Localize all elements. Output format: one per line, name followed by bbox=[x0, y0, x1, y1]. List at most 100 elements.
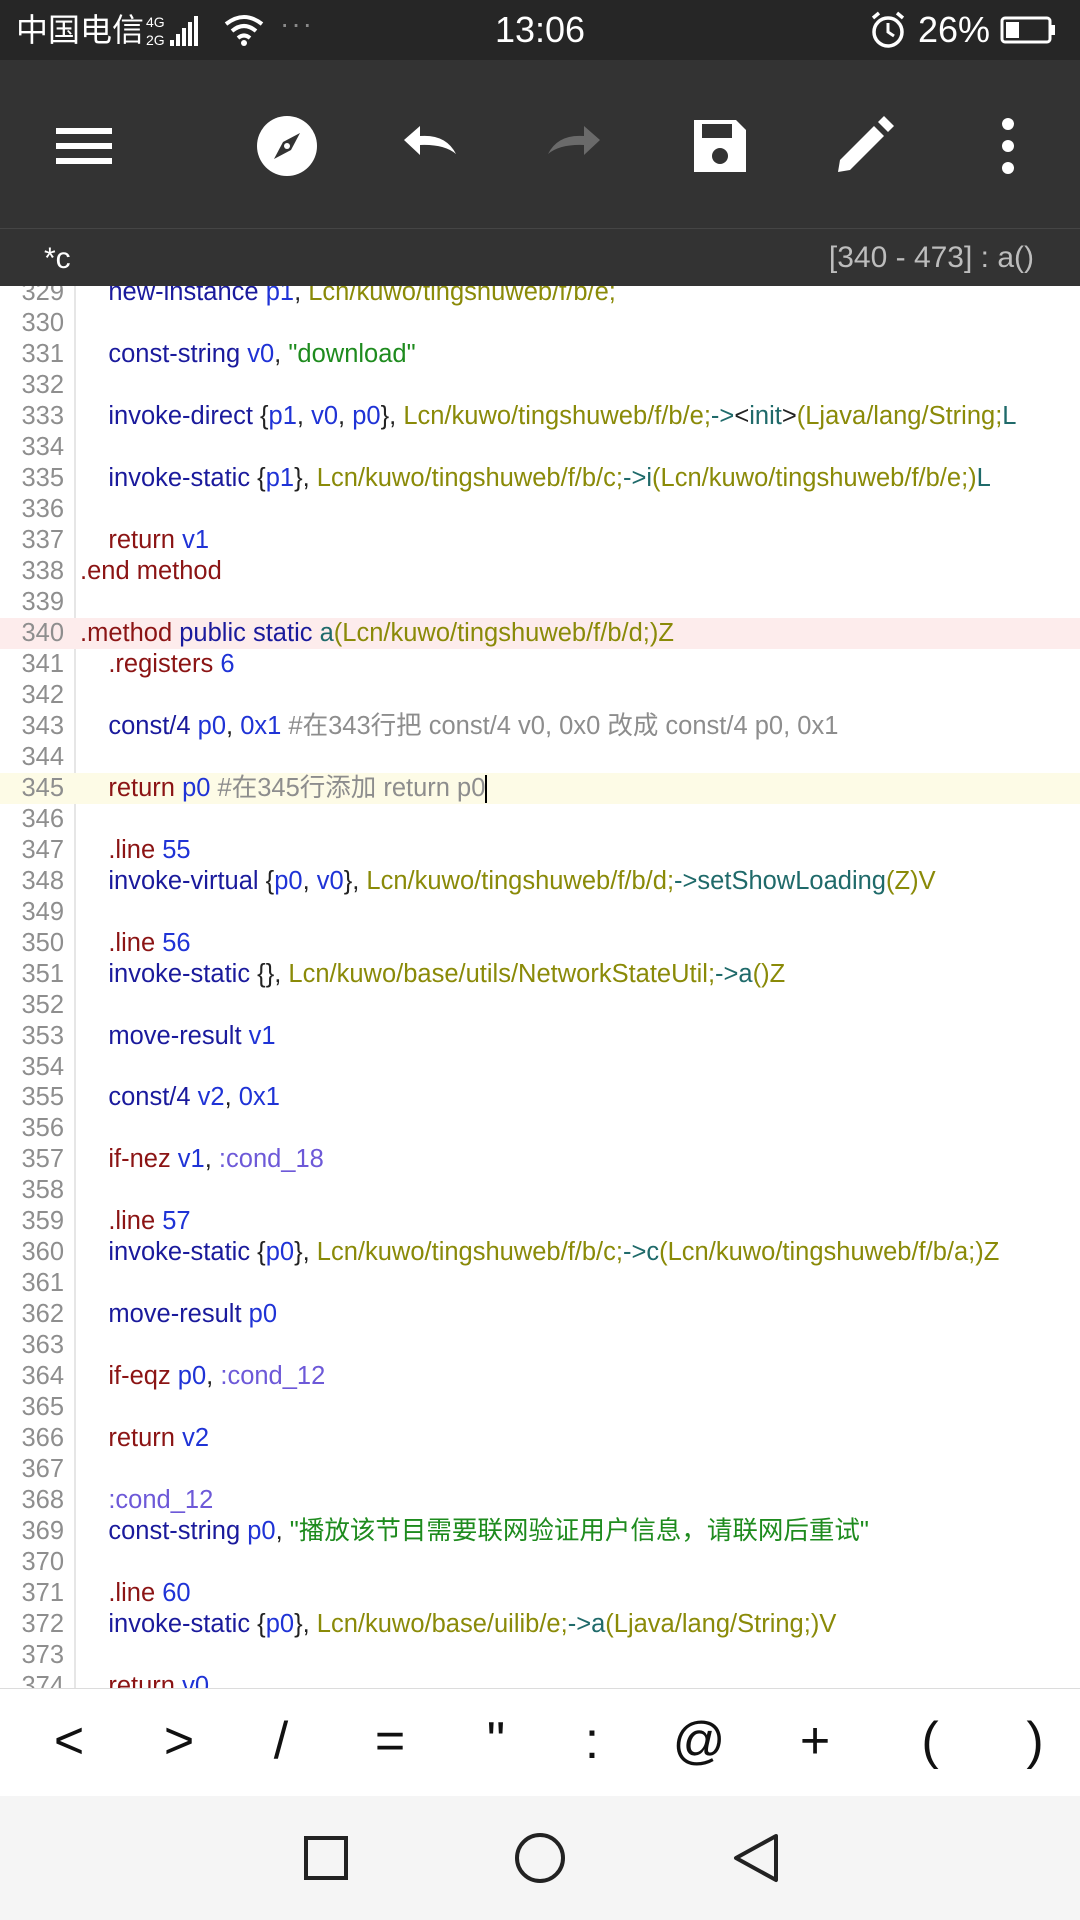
code-line[interactable]: 342 bbox=[0, 680, 1080, 711]
code-line[interactable]: 362 move-result p0 bbox=[0, 1299, 1080, 1330]
code-line[interactable]: 341 .registers 6 bbox=[0, 649, 1080, 680]
symbol-key[interactable]: > bbox=[144, 1707, 214, 1775]
code-line[interactable]: 358 bbox=[0, 1175, 1080, 1206]
redo-icon[interactable] bbox=[542, 114, 606, 178]
back-icon[interactable] bbox=[726, 1828, 786, 1888]
line-code[interactable]: invoke-static {}, Lcn/kuwo/base/utils/Ne… bbox=[80, 959, 785, 990]
symbol-key[interactable]: @ bbox=[664, 1707, 734, 1775]
code-line[interactable]: 365 bbox=[0, 1392, 1080, 1423]
more-icon[interactable] bbox=[976, 114, 1040, 178]
code-line[interactable]: 333 invoke-direct {p1, v0, p0}, Lcn/kuwo… bbox=[0, 401, 1080, 432]
recents-icon[interactable] bbox=[296, 1828, 356, 1888]
line-code[interactable]: .line 56 bbox=[80, 928, 190, 959]
code-line[interactable]: 336 bbox=[0, 494, 1080, 525]
code-line[interactable]: 359 .line 57 bbox=[0, 1206, 1080, 1237]
save-icon[interactable] bbox=[688, 114, 752, 178]
line-code[interactable]: return v1 bbox=[80, 525, 209, 556]
symbol-key[interactable]: + bbox=[780, 1707, 850, 1775]
code-line[interactable]: 349 bbox=[0, 897, 1080, 928]
line-code[interactable]: const-string p0, "播放该节目需要联网验证用户信息，请联网后重试… bbox=[80, 1516, 869, 1547]
code-editor[interactable]: 329 new-instance p1, Lcn/kuwo/tingshuweb… bbox=[0, 286, 1080, 1688]
code-line[interactable]: 363 bbox=[0, 1330, 1080, 1361]
code-line[interactable]: 346 bbox=[0, 804, 1080, 835]
line-code[interactable]: invoke-static {p0}, Lcn/kuwo/base/uilib/… bbox=[80, 1609, 836, 1640]
line-number: 340 bbox=[21, 618, 64, 647]
code-line[interactable]: 329 new-instance p1, Lcn/kuwo/tingshuweb… bbox=[0, 286, 1080, 308]
code-line[interactable]: 332 bbox=[0, 370, 1080, 401]
line-code[interactable]: const/4 v2, 0x1 bbox=[80, 1082, 280, 1113]
code-line[interactable]: 373 bbox=[0, 1640, 1080, 1671]
line-code[interactable]: move-result p0 bbox=[80, 1299, 277, 1330]
code-line[interactable]: 367 bbox=[0, 1454, 1080, 1485]
code-line[interactable]: 368 :cond_12 bbox=[0, 1485, 1080, 1516]
line-code[interactable]: .line 57 bbox=[80, 1206, 190, 1237]
line-code[interactable]: .registers 6 bbox=[80, 649, 234, 680]
code-line[interactable]: 339 bbox=[0, 587, 1080, 618]
code-line[interactable]: 352 bbox=[0, 990, 1080, 1021]
undo-icon[interactable] bbox=[398, 114, 462, 178]
code-line[interactable]: 354 bbox=[0, 1052, 1080, 1083]
code-line[interactable]: 350 .line 56 bbox=[0, 928, 1080, 959]
line-code[interactable]: invoke-direct {p1, v0, p0}, Lcn/kuwo/tin… bbox=[80, 401, 1016, 432]
line-code[interactable]: return v2 bbox=[80, 1423, 209, 1454]
line-code[interactable]: invoke-virtual {p0, v0}, Lcn/kuwo/tingsh… bbox=[80, 866, 935, 897]
code-line[interactable]: 355 const/4 v2, 0x1 bbox=[0, 1082, 1080, 1113]
code-line[interactable]: 370 bbox=[0, 1547, 1080, 1578]
code-line[interactable]: 353 move-result v1 bbox=[0, 1021, 1080, 1052]
line-number: 348 bbox=[21, 866, 64, 895]
line-code[interactable]: .method public static a(Lcn/kuwo/tingshu… bbox=[80, 618, 674, 649]
line-code[interactable]: invoke-static {p1}, Lcn/kuwo/tingshuweb/… bbox=[80, 463, 991, 494]
code-line[interactable]: 364 if-eqz p0, :cond_12 bbox=[0, 1361, 1080, 1392]
code-line[interactable]: 338 .end method bbox=[0, 556, 1080, 587]
code-line[interactable]: 356 bbox=[0, 1113, 1080, 1144]
line-code[interactable]: const/4 p0, 0x1 #在343行把 const/4 v0, 0x0 … bbox=[80, 711, 838, 742]
line-code[interactable]: if-nez v1, :cond_18 bbox=[80, 1144, 324, 1175]
line-code[interactable]: const-string v0, "download" bbox=[80, 339, 415, 370]
symbol-key[interactable]: ) bbox=[1000, 1707, 1070, 1775]
line-code[interactable]: .line 60 bbox=[80, 1578, 190, 1609]
code-line[interactable]: 335 invoke-static {p1}, Lcn/kuwo/tingshu… bbox=[0, 463, 1080, 494]
line-code[interactable]: :cond_12 bbox=[80, 1485, 213, 1516]
code-line[interactable]: 334 bbox=[0, 432, 1080, 463]
edit-icon[interactable] bbox=[832, 114, 896, 178]
symbol-key[interactable]: : bbox=[557, 1707, 627, 1775]
code-line[interactable]: 340 .method public static a(Lcn/kuwo/ting… bbox=[0, 617, 1080, 649]
code-line[interactable]: 348 invoke-virtual {p0, v0}, Lcn/kuwo/ti… bbox=[0, 866, 1080, 897]
code-line[interactable]: 372 invoke-static {p0}, Lcn/kuwo/base/ui… bbox=[0, 1609, 1080, 1640]
symbol-key[interactable]: < bbox=[34, 1707, 104, 1775]
code-line[interactable]: 351 invoke-static {}, Lcn/kuwo/base/util… bbox=[0, 959, 1080, 990]
line-code[interactable]: move-result v1 bbox=[80, 1021, 275, 1052]
code-line[interactable]: 374 return v0 bbox=[0, 1671, 1080, 1688]
line-code[interactable]: invoke-static {p0}, Lcn/kuwo/tingshuweb/… bbox=[80, 1237, 999, 1268]
code-line[interactable]: 347 .line 55 bbox=[0, 835, 1080, 866]
file-tab[interactable]: *c bbox=[44, 243, 71, 275]
code-line[interactable]: 366 return v2 bbox=[0, 1423, 1080, 1454]
code-line[interactable]: 331 const-string v0, "download" bbox=[0, 339, 1080, 370]
code-line[interactable]: 343 const/4 p0, 0x1 #在343行把 const/4 v0, … bbox=[0, 711, 1080, 742]
code-line[interactable]: 369 const-string p0, "播放该节目需要联网验证用户信息，请联… bbox=[0, 1516, 1080, 1547]
compass-icon[interactable] bbox=[255, 114, 319, 178]
code-line[interactable]: 361 bbox=[0, 1268, 1080, 1299]
line-code[interactable]: if-eqz p0, :cond_12 bbox=[80, 1361, 325, 1392]
code-line[interactable]: 344 bbox=[0, 742, 1080, 773]
navigation-bar bbox=[0, 1796, 1080, 1920]
menu-icon[interactable] bbox=[52, 114, 116, 178]
line-code[interactable]: return p0 #在345行添加 return p0 bbox=[80, 773, 488, 804]
code-line[interactable]: 360 invoke-static {p0}, Lcn/kuwo/tingshu… bbox=[0, 1237, 1080, 1268]
line-code[interactable]: .line 55 bbox=[80, 835, 190, 866]
code-line[interactable]: 337 return v1 bbox=[0, 525, 1080, 556]
line-number: 370 bbox=[21, 1548, 64, 1577]
line-code[interactable]: new-instance p1, Lcn/kuwo/tingshuweb/f/b… bbox=[80, 286, 616, 308]
symbol-key[interactable]: ( bbox=[895, 1707, 965, 1775]
symbol-key[interactable]: " bbox=[461, 1707, 531, 1775]
line-code[interactable]: .end method bbox=[80, 556, 222, 587]
symbol-key[interactable]: = bbox=[355, 1707, 425, 1775]
code-line[interactable]: 357 if-nez v1, :cond_18 bbox=[0, 1144, 1080, 1175]
code-line[interactable]: 330 bbox=[0, 308, 1080, 339]
home-icon[interactable] bbox=[510, 1828, 570, 1888]
code-line[interactable]: 345 return p0 #在345行添加 return p0 bbox=[0, 772, 1080, 804]
code-line[interactable]: 371 .line 60 bbox=[0, 1578, 1080, 1609]
line-code[interactable]: return v0 bbox=[80, 1671, 209, 1688]
symbol-key[interactable]: / bbox=[246, 1707, 316, 1775]
line-number: 354 bbox=[21, 1052, 64, 1081]
